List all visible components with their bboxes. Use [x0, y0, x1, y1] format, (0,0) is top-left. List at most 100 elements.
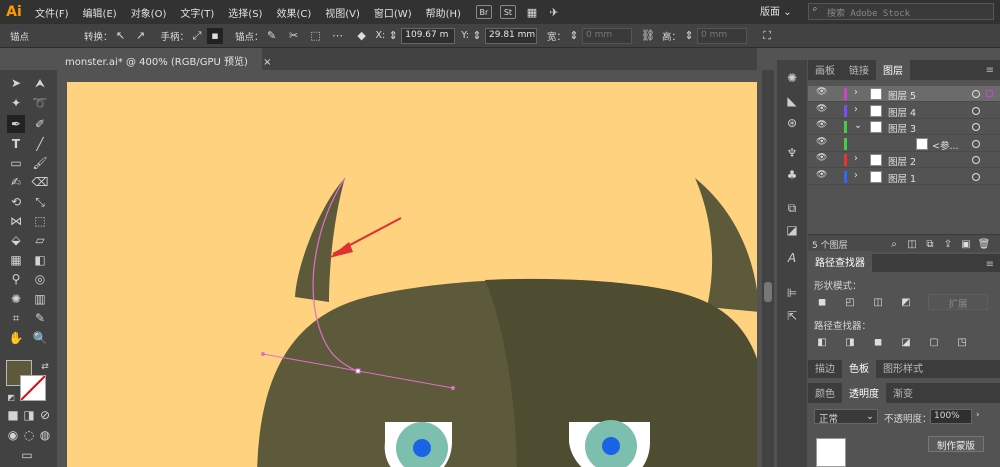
screen-mode-icon[interactable]: ▭ [18, 446, 36, 464]
gpu-performance-icon[interactable]: ✈ [546, 4, 562, 20]
symbols-icon[interactable]: ⊛ [784, 115, 800, 131]
tab-pathfinder[interactable]: 路径查找器 [808, 251, 872, 272]
target-circle-icon[interactable] [972, 139, 980, 148]
target-circle-icon[interactable] [972, 156, 980, 164]
new-layer-icon[interactable]: ▣ [960, 238, 972, 250]
menu-select[interactable]: 选择(S) [221, 5, 269, 20]
make-clipping-mask-icon[interactable]: ◫ [906, 238, 918, 250]
exclude-icon[interactable]: ◩ [900, 296, 912, 308]
menu-edit[interactable]: 编辑(E) [76, 5, 124, 20]
shaper-tool-icon[interactable]: ✍ [7, 173, 25, 191]
zoom-tool-icon[interactable]: 🔍 [31, 329, 49, 347]
layer-row[interactable]: 👁 ⌄ 图层 3 [808, 119, 1000, 135]
chevron-right-icon[interactable]: › [854, 170, 858, 181]
visibility-eye-icon[interactable]: 👁 [816, 137, 827, 147]
right-horn[interactable] [695, 178, 759, 312]
tab-gradient[interactable]: 渐变 [886, 382, 920, 403]
workspace-switcher[interactable]: 版面 ⌄ [760, 3, 792, 18]
canvas-area[interactable] [57, 70, 760, 467]
layer-row[interactable]: 👁 <参... [808, 136, 1000, 152]
trim-icon[interactable]: ◨ [844, 336, 856, 348]
color-guide-icon[interactable]: ✺ [784, 70, 800, 86]
intersect-icon[interactable]: ◫ [872, 296, 884, 308]
scale-tool-icon[interactable]: ⤡ [31, 193, 49, 211]
menu-object[interactable]: 对象(O) [124, 5, 174, 20]
swap-colors-icon[interactable]: ⇄ [36, 358, 54, 376]
selection-indicator[interactable] [986, 90, 993, 97]
x-stepper-icon[interactable]: ⇕ [385, 28, 401, 44]
isolate-anchor-icon[interactable]: ⬚ [308, 28, 324, 44]
minus-front-icon[interactable]: ◰ [844, 296, 856, 308]
hand-tool-icon[interactable]: ✋ [7, 329, 25, 347]
artboard[interactable] [67, 82, 760, 467]
mesh-tool-icon[interactable]: ▦ [7, 251, 25, 269]
document-tab[interactable]: monster.ai* @ 400% (RGB/GPU 预览) × [57, 48, 271, 70]
paintbrush-tool-icon[interactable]: 🖌 [31, 154, 49, 172]
line-tool-icon[interactable]: ╱ [31, 135, 49, 153]
character-icon[interactable]: A [784, 250, 800, 266]
locate-object-icon[interactable]: ⌕ [888, 238, 900, 250]
target-circle-icon[interactable] [972, 106, 980, 115]
blend-tool-icon[interactable]: ◎ [31, 270, 49, 288]
stock-search-input[interactable]: ⌕ 搜索 Adobe Stock [808, 3, 994, 20]
gradient-tool-icon[interactable]: ◧ [31, 251, 49, 269]
opacity-dropdown-icon[interactable]: › [976, 410, 980, 420]
arrange-documents-icon[interactable]: ▦ [524, 4, 540, 20]
hide-handles-icon[interactable]: ▪ [207, 27, 224, 44]
tab-layers[interactable]: 图层 [876, 59, 910, 80]
free-transform-tool-icon[interactable]: ⬚ [31, 212, 49, 230]
shape-builder-tool-icon[interactable]: ⬙ [7, 231, 25, 249]
symbol-sprayer-tool-icon[interactable]: ✺ [7, 290, 25, 308]
layer-row[interactable]: 👁 › 图层 4 [808, 103, 1000, 119]
bezier-handle-start[interactable] [261, 352, 265, 356]
chevron-right-icon[interactable]: › [854, 104, 858, 115]
close-tab-icon[interactable]: × [263, 57, 271, 68]
height-stepper-icon[interactable]: ⇕ [681, 28, 697, 44]
anchor-position-icon[interactable]: ◆ [354, 28, 370, 44]
export-icon[interactable]: ⇱ [784, 308, 800, 324]
show-handles-icon[interactable]: ⤢ [189, 28, 205, 44]
club-symbol-icon[interactable]: ♣ [784, 167, 800, 183]
outline-icon[interactable]: ▢ [928, 336, 940, 348]
pen-tool-icon[interactable]: ✒ [7, 115, 25, 133]
brushes-icon[interactable]: ♆ [784, 145, 800, 161]
tab-swatches[interactable]: 色板 [842, 357, 876, 378]
stroke-color-swatch[interactable] [20, 375, 46, 401]
chevron-right-icon[interactable]: › [854, 153, 858, 164]
width-tool-icon[interactable]: ⋈ [7, 212, 25, 230]
tab-color[interactable]: 颜色 [808, 382, 842, 403]
trash-icon[interactable]: 🗑 [978, 238, 991, 250]
lasso-tool-icon[interactable]: ➰ [31, 94, 49, 112]
column-graph-tool-icon[interactable]: ▥ [31, 290, 49, 308]
magic-wand-tool-icon[interactable]: ✦ [7, 94, 25, 112]
target-circle-icon[interactable] [972, 90, 980, 98]
layer-row[interactable]: 👁 › 图层 1 [808, 169, 1000, 185]
new-sublayer-icon[interactable]: ⧉ [924, 238, 936, 250]
visibility-eye-icon[interactable]: 👁 [816, 104, 827, 114]
x-field[interactable]: 109.67 m [401, 27, 456, 44]
align-icon[interactable]: ⊫ [784, 285, 800, 301]
target-circle-icon[interactable] [972, 172, 980, 181]
target-circle-icon[interactable] [972, 123, 980, 131]
cut-path-icon[interactable]: ✂ [286, 28, 302, 44]
default-colors-icon[interactable]: ◩ [2, 388, 20, 406]
chevron-right-icon[interactable]: › [854, 87, 858, 98]
eyedropper-tool-icon[interactable]: ⚲ [7, 270, 25, 288]
width-stepper-icon[interactable]: ⇕ [566, 28, 582, 44]
transform-icon[interactable]: ⛶ [759, 28, 775, 44]
appearance-icon[interactable]: ⧉ [784, 200, 800, 216]
bezier-handle-end[interactable] [451, 386, 455, 390]
monster-artwork[interactable] [67, 82, 760, 467]
y-field[interactable]: 29.81 mm [485, 27, 538, 44]
collect-export-icon[interactable]: ⇪ [942, 238, 954, 250]
align-anchors-icon[interactable]: ⋯ [330, 28, 346, 44]
visibility-eye-icon[interactable]: 👁 [816, 120, 827, 130]
convert-corner-icon[interactable]: ↖ [113, 28, 129, 44]
tab-stroke[interactable]: 描边 [808, 357, 842, 378]
visibility-eye-icon[interactable]: 👁 [816, 153, 827, 163]
minus-back-icon[interactable]: ◳ [956, 336, 968, 348]
none-mode-icon[interactable]: ⊘ [36, 406, 54, 424]
menu-window[interactable]: 窗口(W) [367, 5, 419, 20]
convert-smooth-icon[interactable]: ↗ [133, 28, 149, 44]
tab-transparency[interactable]: 透明度 [842, 382, 886, 403]
